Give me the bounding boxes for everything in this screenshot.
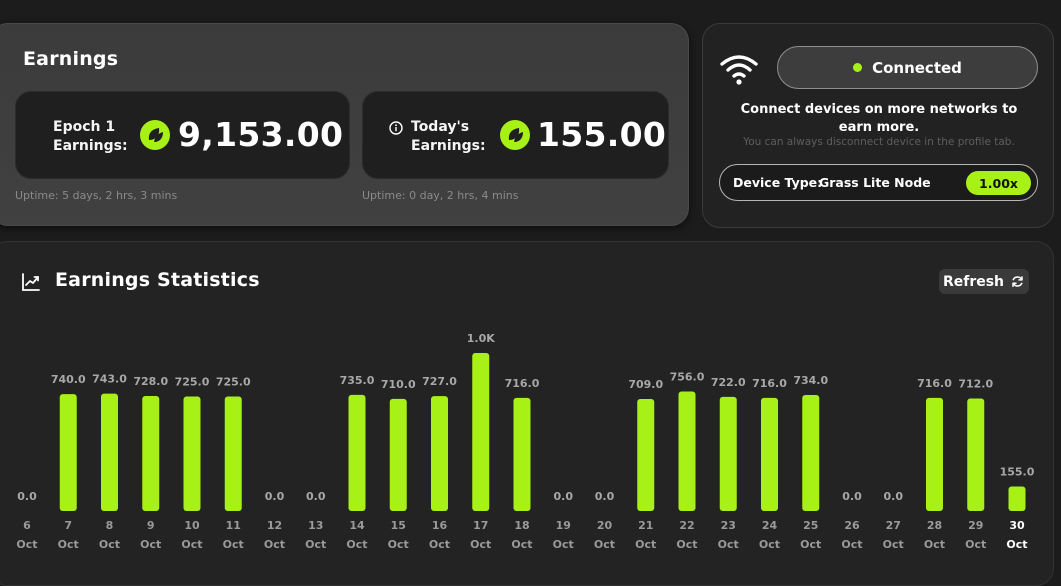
chart-x-tick-day: 26 bbox=[844, 519, 860, 532]
chart-bar-value-label: 0.0 bbox=[306, 490, 326, 503]
chart-x-tick-day: 16 bbox=[432, 519, 448, 532]
chart-x-tick-day: 21 bbox=[638, 519, 653, 532]
chart-x-tick-day: 22 bbox=[679, 519, 694, 532]
chart-bar-value-label: 728.0 bbox=[133, 375, 168, 388]
chart-x-tick-month: Oct bbox=[553, 538, 574, 551]
chart-bar bbox=[224, 396, 242, 511]
chart-x-tick-month: Oct bbox=[388, 538, 409, 551]
chart-bar bbox=[926, 397, 943, 511]
chart-bar-value-label: 740.0 bbox=[51, 373, 86, 386]
chart-x-tick-day: 14 bbox=[349, 519, 365, 532]
chart-bar-value-label: 716.0 bbox=[505, 377, 540, 390]
chart-bar bbox=[678, 391, 696, 511]
chart-x-tick-month: Oct bbox=[800, 538, 821, 551]
chart-x-tick-month: Oct bbox=[635, 538, 656, 551]
earnings-bar-chart: 0.0 6 Oct 740.0 7 Oct 743.0 8 Oct 728.0 9 Oct 725.0 1… bbox=[16, 332, 1035, 551]
chart-x-tick-month: Oct bbox=[181, 538, 202, 551]
chart-bar bbox=[761, 397, 778, 511]
chart-x-tick-day: 18 bbox=[514, 519, 529, 532]
chart-bar bbox=[637, 398, 655, 511]
chart-x-tick-day: 27 bbox=[886, 519, 901, 532]
chart-bar bbox=[101, 393, 118, 511]
chart-x-tick-day: 28 bbox=[927, 519, 942, 532]
chart-x-tick-day: 11 bbox=[226, 519, 241, 532]
chart-bar-value-label: 712.0 bbox=[958, 378, 993, 391]
chart-bar-value-label: 735.0 bbox=[340, 374, 375, 387]
chart-x-tick-month: Oct bbox=[346, 538, 367, 551]
chart-bar-value-label: 722.0 bbox=[711, 376, 746, 389]
chart-x-tick-day: 20 bbox=[597, 519, 613, 532]
chart-bar bbox=[967, 398, 985, 511]
chart-bar-value-label: 0.0 bbox=[554, 490, 574, 503]
chart-bar bbox=[183, 396, 201, 511]
chart-bar-value-label: 1.0K bbox=[467, 332, 495, 345]
chart-x-tick-month: Oct bbox=[594, 538, 615, 551]
chart-bar-value-label: 710.0 bbox=[381, 378, 416, 391]
chart-x-tick-month: Oct bbox=[305, 538, 326, 551]
chart-x-tick-day: 8 bbox=[106, 519, 114, 532]
chart-x-tick-month: Oct bbox=[140, 538, 161, 551]
chart-bar-value-label: 155.0 bbox=[1000, 466, 1035, 479]
chart-bar-value-label: 0.0 bbox=[17, 490, 37, 503]
chart-bar-value-label: 756.0 bbox=[670, 371, 705, 384]
chart-x-tick-month: Oct bbox=[759, 538, 780, 551]
chart-x-tick-month: Oct bbox=[676, 538, 697, 551]
chart-bar bbox=[348, 394, 366, 511]
chart-bar-value-label: 0.0 bbox=[884, 490, 904, 503]
chart-x-tick-month: Oct bbox=[223, 538, 244, 551]
chart-x-tick-month: Oct bbox=[16, 538, 37, 551]
chart-bar bbox=[59, 394, 77, 511]
chart-x-tick-day: 30 bbox=[1009, 519, 1025, 532]
chart-bar-value-label: 0.0 bbox=[595, 490, 615, 503]
chart-bar bbox=[719, 396, 737, 511]
chart-bar-value-label: 0.0 bbox=[842, 490, 862, 503]
chart-x-tick-day: 15 bbox=[391, 519, 406, 532]
chart-bar-value-label: 716.0 bbox=[752, 377, 787, 390]
chart-x-tick-day: 12 bbox=[267, 519, 282, 532]
chart-x-tick-month: Oct bbox=[470, 538, 491, 551]
chart-bar bbox=[513, 397, 531, 511]
chart-bar-value-label: 0.0 bbox=[265, 490, 285, 503]
chart-x-tick-month: Oct bbox=[99, 538, 120, 551]
chart-bar bbox=[431, 396, 448, 511]
chart-x-tick-day: 9 bbox=[147, 519, 155, 532]
chart-x-tick-day: 24 bbox=[762, 519, 778, 532]
chart-x-tick-month: Oct bbox=[965, 538, 986, 551]
chart-bar-value-label: 743.0 bbox=[92, 373, 127, 386]
chart-x-tick-day: 29 bbox=[968, 519, 983, 532]
chart-x-tick-month: Oct bbox=[883, 538, 904, 551]
chart-x-tick-month: Oct bbox=[718, 538, 739, 551]
chart-x-tick-day: 25 bbox=[803, 519, 818, 532]
chart-x-tick-day: 13 bbox=[308, 519, 323, 532]
chart-x-tick-day: 19 bbox=[556, 519, 571, 532]
chart-x-tick-month: Oct bbox=[58, 538, 79, 551]
chart-x-tick-day: 23 bbox=[721, 519, 736, 532]
chart-x-tick-month: Oct bbox=[511, 538, 532, 551]
chart-bar bbox=[142, 395, 160, 511]
chart-x-tick-month: Oct bbox=[841, 538, 862, 551]
chart-x-tick-month: Oct bbox=[264, 538, 285, 551]
chart-x-tick-day: 7 bbox=[64, 519, 72, 532]
chart-x-tick-month: Oct bbox=[924, 538, 945, 551]
chart-bar bbox=[472, 353, 490, 511]
chart-x-tick-day: 10 bbox=[184, 519, 200, 532]
chart-x-tick-month: Oct bbox=[1006, 538, 1027, 551]
chart-bar bbox=[802, 395, 820, 511]
chart-bar-value-label: 734.0 bbox=[793, 374, 828, 387]
chart-bar bbox=[1008, 486, 1026, 511]
chart-x-tick-month: Oct bbox=[429, 538, 450, 551]
chart-x-tick-day: 17 bbox=[473, 519, 488, 532]
chart-bar-value-label: 709.0 bbox=[628, 378, 663, 391]
chart-bar-value-label: 725.0 bbox=[216, 375, 251, 388]
chart-bar-value-label: 725.0 bbox=[175, 375, 210, 388]
chart-bar-value-label: 727.0 bbox=[422, 375, 457, 388]
chart-bar-value-label: 716.0 bbox=[917, 377, 952, 390]
chart-x-tick-day: 6 bbox=[23, 519, 31, 532]
chart-bar bbox=[389, 398, 407, 511]
